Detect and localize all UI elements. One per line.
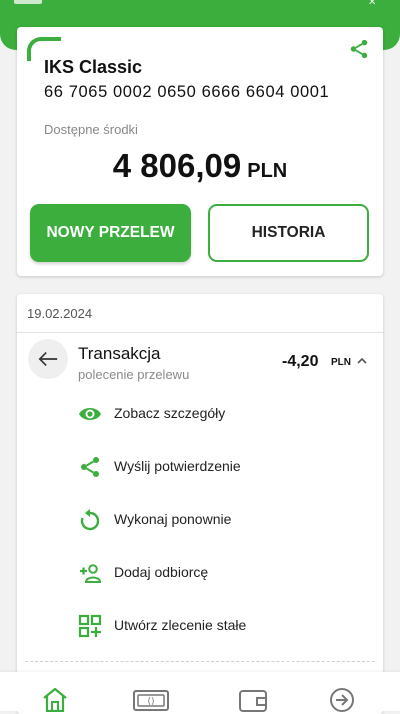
action-label: Wykonaj ponownie bbox=[114, 511, 232, 527]
balance-currency: PLN bbox=[247, 160, 288, 182]
repeat-icon bbox=[80, 509, 100, 531]
action-repeat[interactable]: Wykonaj ponownie bbox=[78, 505, 368, 535]
share-icon[interactable] bbox=[348, 38, 370, 60]
account-number: 66 7065 0002 0650 6666 6604 0001 bbox=[44, 83, 330, 101]
balance-amount: 4 806,09 bbox=[112, 147, 242, 184]
action-view-details[interactable]: Zobacz szczegóły bbox=[78, 399, 368, 429]
eye-icon bbox=[79, 408, 101, 420]
back-button[interactable] bbox=[28, 339, 68, 379]
svg-text:(): () bbox=[147, 697, 154, 707]
action-create-standing-order[interactable]: Utwórz zlecenie stałe bbox=[78, 611, 368, 641]
balance: 4 806,09 PLN bbox=[17, 147, 383, 185]
divider bbox=[25, 661, 375, 662]
action-label: Zobacz szczegóły bbox=[114, 405, 226, 421]
divider bbox=[17, 332, 383, 333]
new-transfer-button[interactable]: NOWY PRZELEW bbox=[30, 204, 191, 262]
action-add-recipient[interactable]: Dodaj odbiorcę bbox=[78, 558, 368, 588]
arrow-circle-icon[interactable] bbox=[329, 686, 355, 712]
menu-icon[interactable] bbox=[14, 0, 42, 4]
transaction-subtitle: polecenie przelewu bbox=[78, 367, 190, 382]
action-send-confirmation[interactable]: Wyślij potwierdzenie bbox=[78, 452, 368, 482]
transaction-date: 19.02.2024 bbox=[27, 306, 93, 321]
bottom-navigation: () bbox=[0, 672, 400, 712]
account-card: IKS Classic 66 7065 0002 0650 6666 6604 … bbox=[17, 27, 383, 276]
history-button[interactable]: HISTORIA bbox=[208, 204, 369, 262]
action-label: Utwórz zlecenie stałe bbox=[114, 617, 247, 633]
transaction-title: Transakcja bbox=[78, 344, 161, 363]
standing-order-icon bbox=[78, 614, 102, 638]
transaction-history-card: 19.02.2024 Transakcja polecenie przelewu… bbox=[17, 294, 383, 714]
available-funds-label: Dostępne środki bbox=[44, 122, 138, 137]
close-icon[interactable]: ✕ bbox=[368, 0, 382, 5]
arrow-left-icon bbox=[38, 351, 58, 367]
wallet-icon[interactable] bbox=[238, 686, 268, 712]
home-icon[interactable] bbox=[42, 686, 68, 712]
transaction-currency: PLN bbox=[331, 357, 351, 368]
account-name: IKS Classic bbox=[44, 57, 143, 77]
transaction-amount: -4,20 bbox=[282, 353, 319, 370]
chevron-up-icon[interactable] bbox=[356, 356, 368, 366]
add-person-icon bbox=[80, 564, 102, 583]
banknote-icon[interactable]: () bbox=[132, 686, 170, 712]
share-icon bbox=[81, 457, 99, 477]
action-label: Dodaj odbiorcę bbox=[114, 564, 209, 580]
action-label: Wyślij potwierdzenie bbox=[114, 458, 241, 474]
